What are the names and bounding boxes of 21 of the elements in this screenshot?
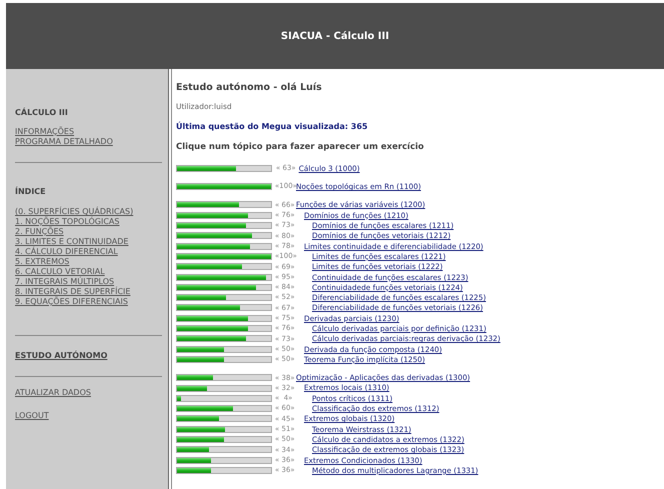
sidebar-link[interactable]: 8. INTEGRAIS DE SUPERFÍCIE — [15, 287, 130, 296]
instruction-text: Clique num tópico para fazer aparecer um exercício — [176, 140, 425, 154]
study-link[interactable]: ESTUDO AUTÓNOMO — [15, 351, 108, 360]
last-question-label: Última questão do Megua visualizada: 365 — [176, 120, 369, 132]
sidebar-link[interactable]: (0. SUPERFÍCIES QUÁDRICAS) — [15, 207, 134, 216]
sidebar-link[interactable]: LOGOUT — [15, 411, 49, 420]
sidebar-link[interactable]: 2. FUNÇÕES — [15, 227, 64, 236]
sidebar-link[interactable]: 5. EXTREMOS — [15, 257, 70, 266]
sidebar-link[interactable]: INFORMAÇÕES — [15, 127, 74, 136]
site-title: SIACUA - Cálculo III — [280, 30, 390, 44]
section-heading: ÍNDICE — [15, 186, 47, 198]
sidebar-link[interactable]: 1. NOÇÕES TOPOLÓGICAS — [15, 217, 120, 226]
page-title: Estudo autónomo - olá Luís — [176, 81, 323, 95]
sidebar-link[interactable]: PROGRAMA DETALHADO — [15, 137, 113, 146]
sidebar-link[interactable]: ATUALIZAR DADOS — [15, 388, 91, 397]
sidebar-link[interactable]: 9. EQUAÇÕES DIFERENCIAIS — [15, 297, 128, 306]
sidebar-link[interactable]: 3. LIMITES E CONTINUIDADE — [15, 237, 128, 246]
section-heading: CÁLCULO III — [15, 107, 69, 119]
sidebar-link[interactable]: 6. CALCULO VETORIAL — [15, 267, 105, 276]
sidebar-link[interactable]: 7. INTEGRAIS MÚLTIPLOS — [15, 277, 114, 286]
sidebar-link[interactable]: 4. CÁLCULO DIFERENCIAL — [15, 247, 118, 256]
